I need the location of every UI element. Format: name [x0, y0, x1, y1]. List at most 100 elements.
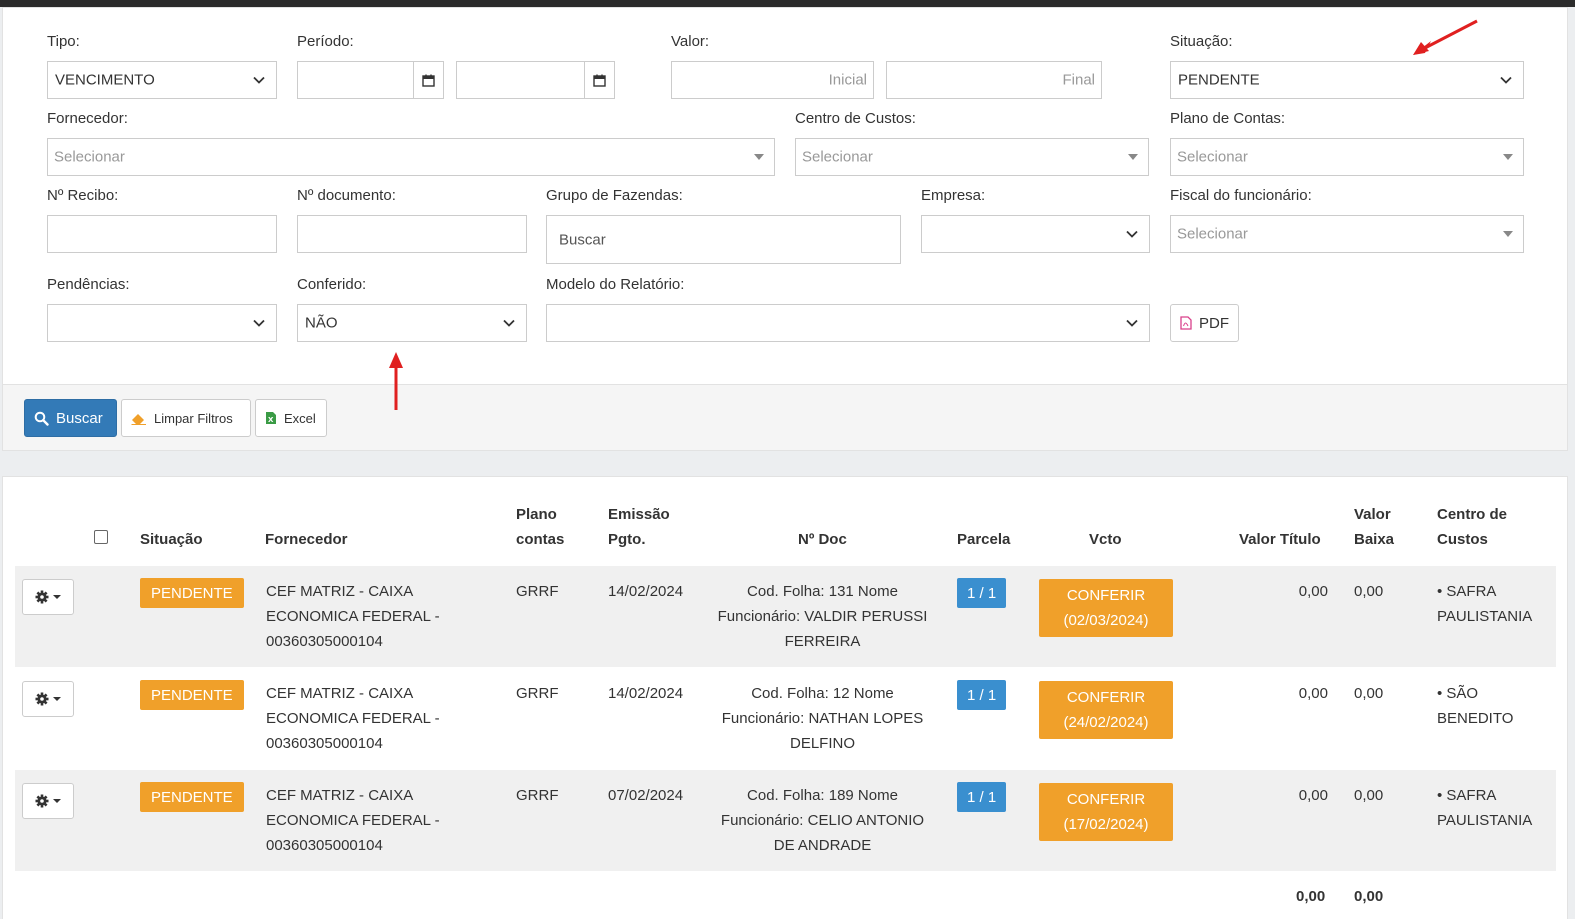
fornecedor-line: ECONOMICA FEDERAL - — [266, 710, 440, 727]
fornecedor-line: CEF MATRIZ - CAIXA — [266, 787, 414, 804]
grupo-fazendas-placeholder: Buscar — [559, 231, 606, 248]
valor-final-input[interactable]: Final — [886, 61, 1102, 99]
col-header-situacao[interactable]: Situação — [140, 527, 203, 552]
col-header-plano-contas[interactable]: Plano contas — [516, 502, 564, 552]
col-header-valor-baixa[interactable]: Valor Baixa — [1354, 502, 1394, 552]
table-row: PENDENTE CEF MATRIZ - CAIXA ECONOMICA FED… — [15, 566, 1556, 667]
col-header-text: Emissão — [608, 506, 670, 523]
conferido-value: NÃO — [305, 314, 338, 332]
col-header-text: Centro de — [1437, 506, 1508, 523]
plano-cell: GRRF — [516, 685, 559, 702]
plano-cell: GRRF — [516, 787, 559, 804]
row-actions-button[interactable] — [22, 579, 74, 615]
conferir-button[interactable]: CONFERIR (17/02/2024) — [1039, 783, 1173, 841]
status-badge: PENDENTE — [140, 578, 244, 608]
ndoc-cell: Cod. Folha: 131 Nome Funcionário: VALDIR … — [705, 579, 940, 654]
tipo-select[interactable]: VENCIMENTO — [47, 61, 277, 99]
col-header-centro-custos[interactable]: Centro de Custos — [1437, 502, 1507, 552]
modelo-relatorio-select[interactable] — [546, 304, 1150, 342]
valor-baixa-cell: 0,00 — [1354, 787, 1384, 804]
search-icon — [34, 411, 49, 426]
calendar-icon[interactable] — [584, 62, 614, 98]
fornecedor-cell: CEF MATRIZ - CAIXA ECONOMICA FEDERAL - 003… — [266, 681, 440, 756]
grupo-fazendas-label: Grupo de Fazendas: — [546, 187, 683, 204]
valor-baixa-cell: 0,00 — [1354, 583, 1384, 600]
chevron-down-icon — [1500, 76, 1512, 84]
empresa-label: Empresa: — [921, 187, 986, 204]
chevron-down-icon — [253, 76, 265, 84]
vcto-date: (17/02/2024) — [1063, 816, 1149, 833]
filter-actions-bar: Buscar Limpar Filtros X Excel — [3, 384, 1567, 450]
limpar-filtros-button[interactable]: Limpar Filtros — [121, 399, 251, 437]
parcela-badge: 1 / 1 — [957, 680, 1007, 710]
plano-contas-select[interactable]: Selecionar — [1170, 138, 1524, 176]
row-actions-button[interactable] — [22, 681, 74, 717]
pdf-button[interactable]: PDF — [1170, 304, 1239, 342]
col-header-text: contas — [516, 531, 565, 548]
col-header-fornecedor[interactable]: Fornecedor — [265, 527, 348, 552]
empresa-select[interactable] — [921, 215, 1150, 253]
col-header-vcto[interactable]: Vcto — [1089, 527, 1122, 552]
fornecedor-select[interactable]: Selecionar — [47, 138, 775, 176]
conferir-button[interactable]: CONFERIR (24/02/2024) — [1039, 681, 1173, 739]
centro-line: PAULISTANIA — [1437, 608, 1533, 625]
chevron-down-icon — [253, 319, 265, 327]
conferir-button[interactable]: CONFERIR (02/03/2024) — [1039, 579, 1173, 637]
gear-icon — [35, 794, 49, 808]
recibo-input[interactable] — [47, 215, 277, 253]
centro-custos-select[interactable]: Selecionar — [795, 138, 1149, 176]
col-header-valor-titulo[interactable]: Valor Título — [1239, 527, 1321, 552]
fornecedor-label: Fornecedor: — [47, 110, 128, 127]
svg-text:X: X — [268, 416, 274, 424]
grupo-fazendas-input[interactable]: Buscar — [546, 215, 901, 264]
buscar-button[interactable]: Buscar — [24, 399, 117, 437]
caret-down-icon — [53, 697, 61, 701]
centro-cell: • SÃO BENEDITO — [1437, 681, 1513, 731]
centro-line: • SAFRA — [1437, 787, 1497, 804]
ndoc-line: Cod. Folha: 189 Nome — [747, 787, 898, 804]
col-header-emissao[interactable]: Emissão Pgto. — [608, 502, 670, 552]
gear-icon — [35, 590, 49, 604]
fornecedor-line: 00360305000104 — [266, 837, 383, 854]
buscar-label: Buscar — [56, 409, 103, 427]
conferir-label: CONFERIR — [1066, 791, 1146, 808]
conferido-select[interactable]: NÃO — [297, 304, 527, 342]
caret-down-icon — [53, 799, 61, 803]
col-header-parcela[interactable]: Parcela — [957, 527, 1010, 552]
situacao-select[interactable]: PENDENTE — [1170, 61, 1524, 99]
filter-panel: Tipo: VENCIMENTO Período: Valor: Inicial… — [2, 7, 1568, 451]
table-row: PENDENTE CEF MATRIZ - CAIXA ECONOMICA FED… — [15, 668, 1556, 769]
caret-down-icon — [53, 595, 61, 599]
row-actions-button[interactable] — [22, 783, 74, 819]
centro-line: • SAFRA — [1437, 583, 1497, 600]
fiscal-select[interactable]: Selecionar — [1170, 215, 1524, 253]
select-all-checkbox[interactable] — [94, 530, 108, 544]
ndoc-line: DELFINO — [789, 735, 855, 752]
documento-input[interactable] — [297, 215, 527, 253]
ndoc-line: FERREIRA — [784, 633, 861, 650]
valor-baixa-cell: 0,00 — [1354, 685, 1384, 702]
status-badge: PENDENTE — [140, 680, 244, 710]
periodo-label: Período: — [297, 33, 354, 50]
valor-titulo-cell: 0,00 — [1298, 787, 1328, 804]
emissao-cell: 07/02/2024 — [608, 787, 684, 804]
excel-button[interactable]: X Excel — [255, 399, 327, 437]
calendar-icon[interactable] — [413, 62, 443, 98]
ndoc-line: Cod. Folha: 12 Nome — [751, 685, 894, 702]
caret-down-icon — [1503, 154, 1513, 160]
centro-custos-label: Centro de Custos: — [795, 110, 916, 127]
fornecedor-line: 00360305000104 — [266, 735, 383, 752]
centro-custos-placeholder: Selecionar — [802, 148, 873, 166]
valor-inicial-input[interactable]: Inicial — [671, 61, 874, 99]
chevron-down-icon — [503, 319, 515, 327]
col-header-ndoc[interactable]: Nº Doc — [798, 527, 847, 552]
periodo-start-input[interactable] — [297, 61, 444, 99]
centro-line: BENEDITO — [1437, 710, 1514, 727]
modelo-relatorio-label: Modelo do Relatório: — [546, 276, 685, 293]
pendencias-select[interactable] — [47, 304, 277, 342]
caret-down-icon — [1128, 154, 1138, 160]
valor-titulo-cell: 0,00 — [1298, 583, 1328, 600]
periodo-end-input[interactable] — [456, 61, 615, 99]
chevron-down-icon — [1126, 319, 1138, 327]
excel-label: Excel — [284, 410, 316, 426]
